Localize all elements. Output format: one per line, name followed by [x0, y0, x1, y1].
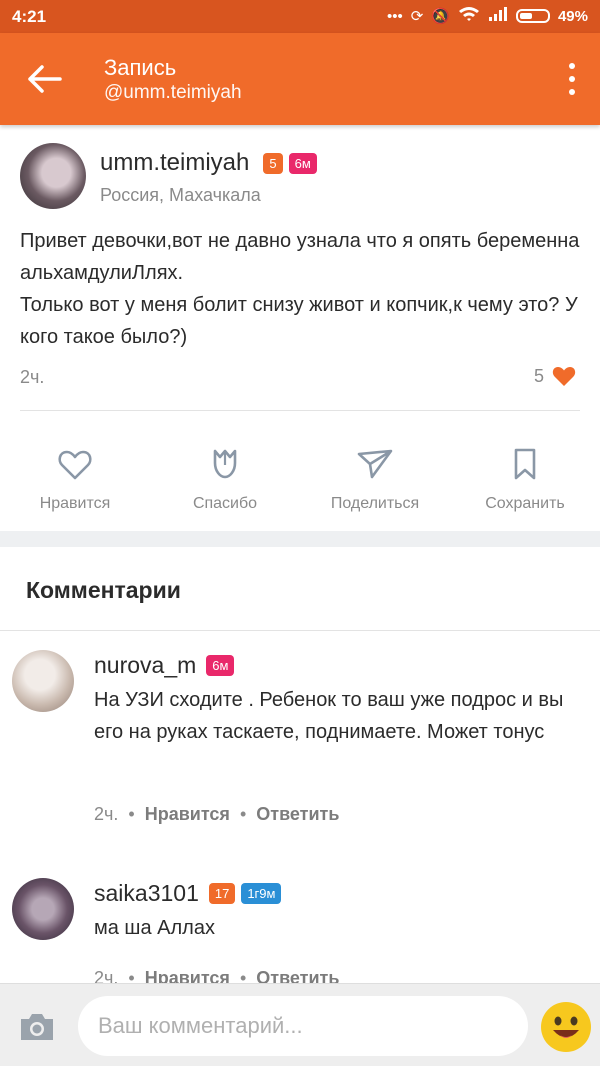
heart-filled-icon [552, 367, 576, 386]
comment-author-row: saika3101 17 1г9м [94, 880, 282, 907]
status-bar: 4:21 ••• ⟳ 🔕 49% [0, 0, 600, 33]
comment-composer [0, 983, 600, 1066]
comment-text: ма ша Аллах [94, 917, 215, 939]
status-icons: ••• ⟳ 🔕 49% [387, 6, 588, 26]
page-subtitle: @umm.teimiyah [104, 82, 242, 103]
save-action[interactable]: Сохранить [450, 445, 600, 531]
tulip-icon [213, 449, 237, 479]
comment-author-avatar[interactable] [12, 878, 74, 940]
comment-like-button[interactable]: Нравится [145, 804, 230, 825]
comment-author-name[interactable]: nurova_m [94, 652, 196, 679]
comment-input[interactable] [78, 996, 528, 1056]
more-vertical-icon [569, 63, 575, 69]
app-bar-titles: Запись @umm.teimiyah [104, 55, 242, 105]
bookmark-icon [514, 448, 536, 480]
level-badge: 5 [263, 152, 283, 174]
post-likes[interactable]: 5 [534, 365, 576, 387]
paper-plane-icon [357, 449, 393, 479]
camera-button[interactable] [18, 1011, 56, 1043]
emoji-button[interactable] [540, 1001, 592, 1053]
share-action[interactable]: Поделиться [300, 445, 450, 531]
post-text: Привет девочки,вот не давно узнала что я… [20, 230, 580, 348]
comments-title: Комментарии [26, 577, 181, 603]
arrow-left-icon [28, 65, 62, 93]
comment-author-row: nurova_m 6м [94, 652, 235, 679]
post-likes-count: 5 [533, 365, 544, 386]
mute-icon: 🔕 [431, 8, 450, 25]
heart-outline-icon [58, 450, 92, 480]
child-age-badge: 1г9м [241, 883, 282, 904]
thanks-action[interactable]: Спасибо [150, 445, 300, 531]
smiley-icon [541, 1002, 591, 1052]
post-actions: Нравится Спасибо Поделиться Сохранить [0, 445, 600, 531]
status-time: 4:21 [12, 7, 47, 26]
section-separator [0, 531, 600, 547]
child-age-badge: 6м [288, 152, 317, 174]
sync-icon: ⟳ [410, 8, 424, 25]
more-options-button[interactable] [566, 63, 578, 95]
post-location: Россия, Махачкала [100, 185, 261, 205]
comments-header: Комментарии [0, 547, 600, 631]
page-title: Запись [104, 55, 177, 80]
level-badge: 17 [208, 883, 236, 904]
post-author-avatar[interactable] [20, 143, 86, 209]
comment-text: На УЗИ сходите . Ребенок то ваш уже подр… [94, 689, 564, 743]
signal-icon [488, 6, 508, 26]
notification-dots-icon: ••• [386, 7, 403, 25]
comment-time: 2ч. [94, 804, 119, 824]
comment-author-name[interactable]: saika3101 [94, 880, 199, 907]
comment-meta: 2ч. • Нравится • Ответить [94, 804, 339, 825]
battery-icon [515, 9, 550, 23]
child-age-badge: 6м [206, 655, 235, 676]
thanks-action-label: Спасибо [192, 495, 258, 512]
like-action-label: Нравится [39, 495, 111, 512]
save-action-label: Сохранить [485, 495, 565, 512]
separator-dot: • [239, 804, 247, 824]
like-action[interactable]: Нравится [0, 445, 150, 531]
post-author-name[interactable]: umm.teimiyah [100, 149, 249, 177]
back-button[interactable] [26, 61, 66, 97]
wifi-icon [458, 6, 480, 26]
app-bar: Запись @umm.teimiyah [0, 33, 600, 125]
comment-reply-button[interactable]: Ответить [256, 804, 339, 825]
comment-author-avatar[interactable] [12, 650, 74, 712]
share-action-label: Поделиться [330, 495, 420, 512]
post-time: 2ч. [20, 367, 45, 387]
post-author-row: umm.teimiyah 5 6м [100, 149, 317, 177]
camera-icon [21, 1014, 53, 1040]
battery-percent: 49% [557, 7, 588, 25]
post-divider [20, 410, 580, 411]
separator-dot: • [128, 804, 135, 824]
